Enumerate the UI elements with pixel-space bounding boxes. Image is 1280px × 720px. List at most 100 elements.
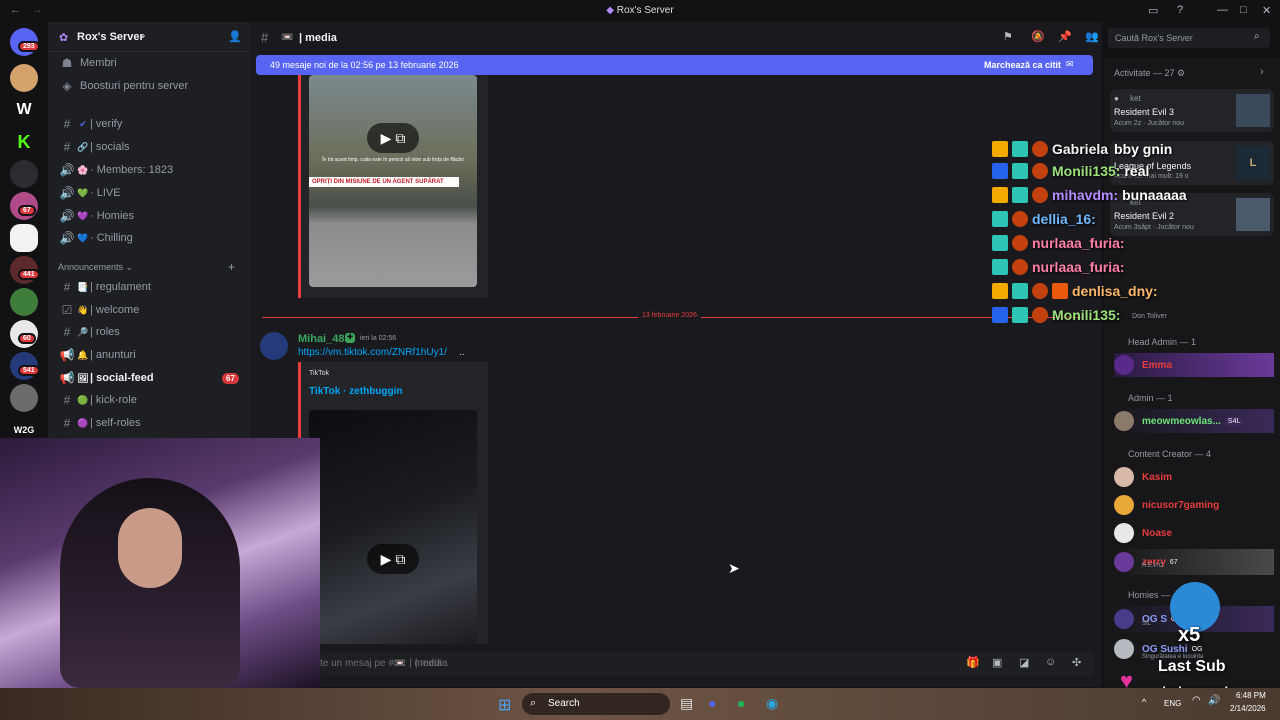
badge-icon xyxy=(992,259,1008,275)
channel-live[interactable]: 🔊 💚 · LIVE xyxy=(58,183,244,203)
server-icon-8[interactable] xyxy=(10,288,38,316)
apps-icon[interactable]: ✣ xyxy=(1072,656,1081,669)
maximize-button[interactable]: □ xyxy=(1240,4,1247,16)
server-icon-1[interactable] xyxy=(10,64,38,92)
speaker-icon: 🔊 xyxy=(59,186,75,200)
timestamp: ieri la 02:56 xyxy=(360,335,397,342)
chat-line: Monili135: real xyxy=(992,160,1149,182)
channel-members-count[interactable]: 🔊 🌸 · Members: 1823 xyxy=(58,160,244,180)
file-explorer-icon[interactable]: ▤ xyxy=(680,695,693,712)
minimize-button[interactable]: — xyxy=(1217,4,1228,16)
language-indicator[interactable]: ENG xyxy=(1164,699,1181,708)
server-header[interactable]: ✿ Rox's Server ⌄ 👤 xyxy=(48,22,250,52)
member-item[interactable]: Emma xyxy=(1114,353,1274,377)
channel-socials[interactable]: # 🔗 | socials xyxy=(58,137,244,157)
document-icon: 📑 xyxy=(77,281,89,292)
category-announcements[interactable]: Announcements ⌄ + xyxy=(58,260,244,274)
member-item[interactable]: meowmeowlas... S4L xyxy=(1114,409,1274,433)
chat-line: nurlaaa_furia: xyxy=(992,232,1125,254)
clock-date[interactable]: 2/14/2026 xyxy=(1230,704,1266,713)
mention-badge: 67 xyxy=(222,372,239,384)
message-composer[interactable]: te un mesaj pe #📼 | media | media 🎁 ▣ ◪ … xyxy=(320,652,1094,676)
members-link[interactable]: ☗ Membri xyxy=(58,53,244,73)
help-icon[interactable]: ? xyxy=(1177,4,1183,16)
unread-badge: 60 xyxy=(18,333,36,344)
windows-start-icon[interactable]: ⊞ xyxy=(498,695,511,715)
boosts-link[interactable]: ◈ Boosturi pentru server xyxy=(58,76,244,96)
pin-icon[interactable]: 📌 xyxy=(1058,30,1072,43)
sticker-icon[interactable]: ◪ xyxy=(1019,656,1029,669)
clock-time[interactable]: 6:48 PM xyxy=(1236,691,1266,700)
avatar xyxy=(1114,495,1134,515)
search-icon: ⌕ xyxy=(1254,31,1260,42)
member-item[interactable]: Kasim xyxy=(1114,465,1274,489)
game-thumbnail xyxy=(1236,198,1270,231)
channel-chilling[interactable]: 🔊 💙 · Chilling xyxy=(58,228,244,248)
volume-icon[interactable]: 🔊 xyxy=(1208,695,1220,706)
invite-icon[interactable]: 👤 xyxy=(228,30,242,43)
channel-verify[interactable]: # ✔ | verify xyxy=(58,114,244,134)
gif-icon[interactable]: ▣ xyxy=(992,656,1002,669)
member-item[interactable]: nicusor7gaming xyxy=(1114,493,1274,517)
chat-line: Gabriela bby gnin xyxy=(992,138,1172,160)
mark-read-button[interactable]: Marchează ca citit xyxy=(984,60,1061,70)
channel-roles[interactable]: # 🔎 | roles xyxy=(58,322,244,342)
speaker-icon: 🔊 xyxy=(59,163,75,177)
server-icon-4[interactable] xyxy=(10,160,38,188)
emote-icon xyxy=(1032,187,1048,203)
add-channel-icon[interactable]: + xyxy=(228,260,235,274)
search-input[interactable]: Caută Rox's Server ⌕ xyxy=(1108,28,1270,48)
chevron-right-icon[interactable]: › xyxy=(1260,66,1264,78)
mouse-cursor-icon: ➤ xyxy=(728,560,740,576)
discord-icon[interactable]: ● xyxy=(708,695,716,711)
mute-icon[interactable]: 🔕 xyxy=(1031,30,1045,43)
emote-icon xyxy=(1032,283,1048,299)
tray-chevron-icon[interactable]: ^ xyxy=(1142,697,1146,707)
inbox-icon[interactable]: ▭ xyxy=(1148,4,1158,17)
channel-self-roles[interactable]: # 🟣 | self-roles xyxy=(58,413,244,433)
member-item[interactable]: zerry 67 R.E.P.O. xyxy=(1114,549,1274,575)
server-icon-6[interactable] xyxy=(10,224,38,252)
channel-welcome[interactable]: ☑ 👋 | welcome xyxy=(58,300,244,320)
taskbar-search[interactable]: ⌕ Search xyxy=(522,693,670,715)
message-link[interactable]: https://vm.tiktok.com/ZNRf1hUy1/ xyxy=(298,347,447,358)
streamer-face xyxy=(118,508,182,588)
video-thumbnail[interactable]: În tot acest timp, cutia este în pericol… xyxy=(309,75,477,287)
server-icon-2[interactable]: W xyxy=(10,96,38,124)
hash-icon: # xyxy=(63,280,71,294)
boost-icon: ◈ xyxy=(62,79,72,93)
member-list-icon[interactable]: 👥 xyxy=(1085,30,1099,43)
emote-icon xyxy=(1032,141,1048,157)
member-item[interactable]: Noase xyxy=(1114,521,1274,545)
play-icon[interactable]: ▶ ⧉ xyxy=(367,544,419,574)
new-messages-banner[interactable]: 49 mesaje noi de la 02:56 pe 13 februari… xyxy=(256,55,1093,75)
chat-line: denlisa_dny: xyxy=(992,280,1158,302)
edge-icon[interactable]: ◉ xyxy=(766,695,778,712)
author-name[interactable]: Mihai_48 xyxy=(298,333,344,345)
channel-sidebar: ✿ Rox's Server ⌄ 👤 ☗ Membri ◈ Boosturi pen… xyxy=(48,22,250,442)
avatar: ● xyxy=(1114,94,1119,103)
threads-icon[interactable]: ⚑ xyxy=(1003,30,1013,43)
channel-kick-role[interactable]: # 🟢 | kick-role xyxy=(58,390,244,410)
channel-social-feed[interactable]: 📢 🖼 | social-feed 67 xyxy=(58,368,244,388)
server-icon-11[interactable] xyxy=(10,384,38,412)
play-icon[interactable]: ▶ ⧉ xyxy=(367,123,419,153)
gift-icon[interactable]: 🎁 xyxy=(966,656,980,669)
avatar xyxy=(1114,609,1134,629)
embed-title[interactable]: TikTok · zethbuggin xyxy=(309,386,403,397)
megaphone-icon: 📢 xyxy=(59,348,75,362)
flower-icon: 🌸 xyxy=(77,164,89,175)
member-item[interactable]: Don Toliver xyxy=(1132,304,1280,328)
server-icon-kick[interactable]: K xyxy=(10,128,38,156)
activity-card[interactable]: ● ket Resident Evil 3 Acum 2z · Jucător … xyxy=(1110,89,1274,132)
network-icon[interactable]: ◠ xyxy=(1192,695,1201,706)
channel-homies[interactable]: 🔊 💜 · Homies xyxy=(58,206,244,226)
channel-regulament[interactable]: # 📑 | regulament xyxy=(58,277,244,297)
avatar[interactable] xyxy=(260,332,288,360)
spotify-icon[interactable]: ● xyxy=(737,695,745,711)
channel-anunturi[interactable]: 📢 🔔 | anunturi xyxy=(58,345,244,365)
emoji-icon[interactable]: ☺ xyxy=(1045,656,1056,668)
avatar xyxy=(1114,523,1134,543)
video-thumbnail[interactable]: ▶ ⧉ xyxy=(309,410,477,644)
close-button[interactable]: ✕ xyxy=(1262,4,1271,17)
